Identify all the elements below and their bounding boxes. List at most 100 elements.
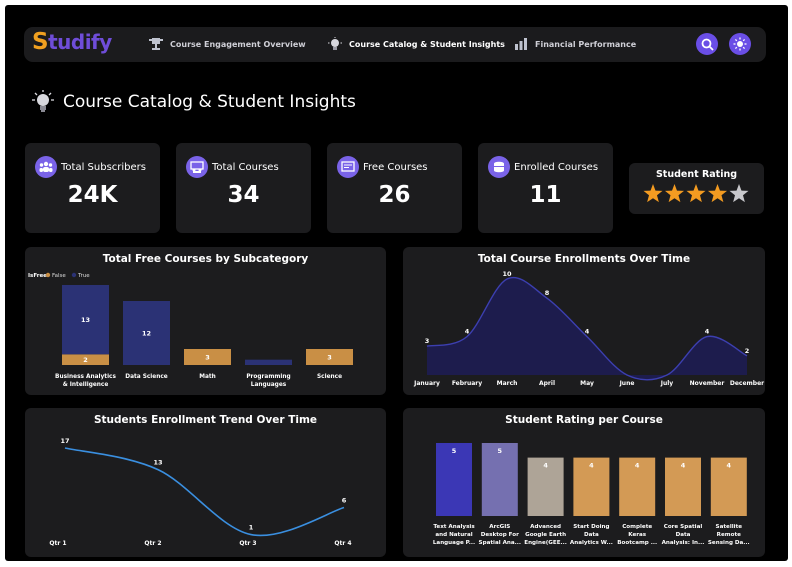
data-label: 2 xyxy=(745,347,750,355)
data-label: 5 xyxy=(452,447,457,455)
page-title: Course Catalog & Student Insights xyxy=(63,92,356,112)
star-icon xyxy=(707,184,728,203)
x-tick-label: November xyxy=(690,380,725,387)
x-tick-label: Sensing Da... xyxy=(708,540,750,546)
data-label: 1 xyxy=(249,524,254,532)
data-label: 13 xyxy=(153,459,162,467)
x-tick-label: Programming xyxy=(246,374,290,380)
chart-area: 5 Text Analysis and Natural Language P... 5 A… xyxy=(433,443,750,546)
sun-icon xyxy=(733,37,747,51)
x-tick-label: Qtr 3 xyxy=(239,540,256,547)
chart-area: IsFree False True 2 13 Business Analytics & In… xyxy=(28,272,353,388)
chart-enrollment-trend: Students Enrollment Trend Over Time 17 Qt… xyxy=(25,408,386,557)
people-icon xyxy=(35,156,57,178)
student-rating-card: Student Rating xyxy=(629,163,764,214)
star-icon xyxy=(643,184,663,203)
x-tick-label: Qtr 4 xyxy=(334,540,351,547)
chart-area: 17 Qtr 1 13 Qtr 2 1 Qtr 3 6 Qtr 4 xyxy=(49,437,351,547)
nav-course-catalog[interactable]: Course Catalog & Student Insights xyxy=(327,37,505,51)
x-tick-label: Engine(GEE... xyxy=(524,540,567,546)
certificate-icon xyxy=(337,156,359,178)
data-label: 12 xyxy=(142,330,151,338)
legend-label: False xyxy=(52,273,66,279)
x-tick-label: July xyxy=(660,380,674,387)
data-label: 4 xyxy=(585,328,590,336)
x-tick-label: April xyxy=(539,380,555,387)
bar-segment-true xyxy=(245,359,292,365)
kpi-card-free-courses: Free Courses 26 xyxy=(327,143,462,233)
legend-marker xyxy=(71,272,77,278)
data-label: 4 xyxy=(635,462,640,470)
nav-label: Course Engagement Overview xyxy=(170,39,306,49)
legend-label: True xyxy=(77,273,90,279)
data-label: 4 xyxy=(727,462,732,470)
x-tick-label: December xyxy=(730,380,764,387)
x-tick-label: Language P... xyxy=(433,540,475,546)
data-label: 10 xyxy=(502,270,512,278)
series-line xyxy=(64,447,345,537)
rating-label: Student Rating xyxy=(655,169,738,180)
kpi-card-courses: Total Courses 34 xyxy=(176,143,311,233)
x-tick-label: Qtr 1 xyxy=(49,540,66,547)
legend-title: IsFree xyxy=(28,273,47,279)
data-label: 13 xyxy=(81,316,90,324)
nav-label: Financial Performance xyxy=(535,39,637,49)
data-label: 4 xyxy=(681,462,686,470)
finance-icon xyxy=(515,38,527,50)
data-label: 2 xyxy=(83,356,88,364)
x-tick-label: Math xyxy=(199,374,216,380)
kpi-label: Free Courses xyxy=(363,162,428,173)
x-tick-label: Bootcamp ... xyxy=(617,540,657,546)
x-tick-label: Spatial Ana... xyxy=(479,540,522,546)
x-tick-label: Text Analysis xyxy=(433,524,475,530)
chart-rating-per-course: Student Rating per Course 5 Text Analysis… xyxy=(403,408,765,557)
x-tick-label: March xyxy=(497,380,518,387)
nav-course-engagement[interactable]: Course Engagement Overview xyxy=(148,37,306,51)
kpi-label: Total Subscribers xyxy=(61,162,146,173)
data-label: 3 xyxy=(425,337,430,345)
x-tick-label: Data Science xyxy=(125,374,168,380)
kpi-value: 34 xyxy=(227,182,260,208)
x-tick-label: Science xyxy=(317,374,342,380)
classroom-icon xyxy=(186,156,208,178)
x-tick-label: January xyxy=(413,380,440,387)
kpi-label: Total Courses xyxy=(212,162,279,173)
x-tick-label: Business Analytics xyxy=(55,374,116,380)
kpi-card-enrolled: Enrolled Courses 11 xyxy=(478,143,613,233)
theme-toggle-button[interactable] xyxy=(729,33,751,55)
chart-enrollments-over-time: Total Course Enrollments Over Time 3 Janu… xyxy=(403,247,765,395)
nav-financial-performance[interactable]: Financial Performance xyxy=(513,37,636,51)
kpi-card-subscribers: Total Subscribers 24K xyxy=(25,143,160,233)
x-tick-label: May xyxy=(580,380,594,387)
x-tick-label: Data xyxy=(584,532,599,538)
star-rating xyxy=(643,184,749,203)
kpi-value: 26 xyxy=(378,182,411,208)
data-label: 4 xyxy=(705,328,710,336)
kpi-value: 11 xyxy=(529,182,562,208)
x-tick-label: Qtr 2 xyxy=(144,540,161,547)
x-tick-label: Analytics W... xyxy=(570,540,613,546)
star-icon xyxy=(686,184,706,203)
data-label: 4 xyxy=(543,462,548,470)
x-tick-label: Advanced xyxy=(530,524,561,530)
x-tick-label: June xyxy=(619,380,635,387)
chart-free-courses-by-subcategory: Total Free Courses by Subcategory IsFree… xyxy=(25,247,386,395)
nav-label: Course Catalog & Student Insights xyxy=(349,39,505,49)
data-label: 5 xyxy=(498,447,503,455)
x-tick-label: Keras xyxy=(628,532,647,538)
trophy-icon xyxy=(149,38,163,50)
star-icon xyxy=(729,184,749,203)
x-tick-label: ArcGIS xyxy=(489,524,510,530)
x-tick-label: February xyxy=(452,380,482,387)
x-tick-label: Core Spatial xyxy=(664,524,703,530)
search-button[interactable] xyxy=(696,33,718,55)
kpi-label: Enrolled Courses xyxy=(514,162,599,173)
x-tick-label: Complete xyxy=(622,524,652,530)
chart-area: 3 January 4 February 10 March 8 April 4 May June Ju… xyxy=(413,270,764,387)
x-tick-label: and Natural xyxy=(435,532,472,538)
lightbulb-icon xyxy=(328,37,342,50)
data-label: 4 xyxy=(589,462,594,470)
lightbulb-icon xyxy=(32,90,54,112)
x-tick-label: Satellite xyxy=(716,524,743,530)
app-logo[interactable]: Studify xyxy=(32,29,112,55)
